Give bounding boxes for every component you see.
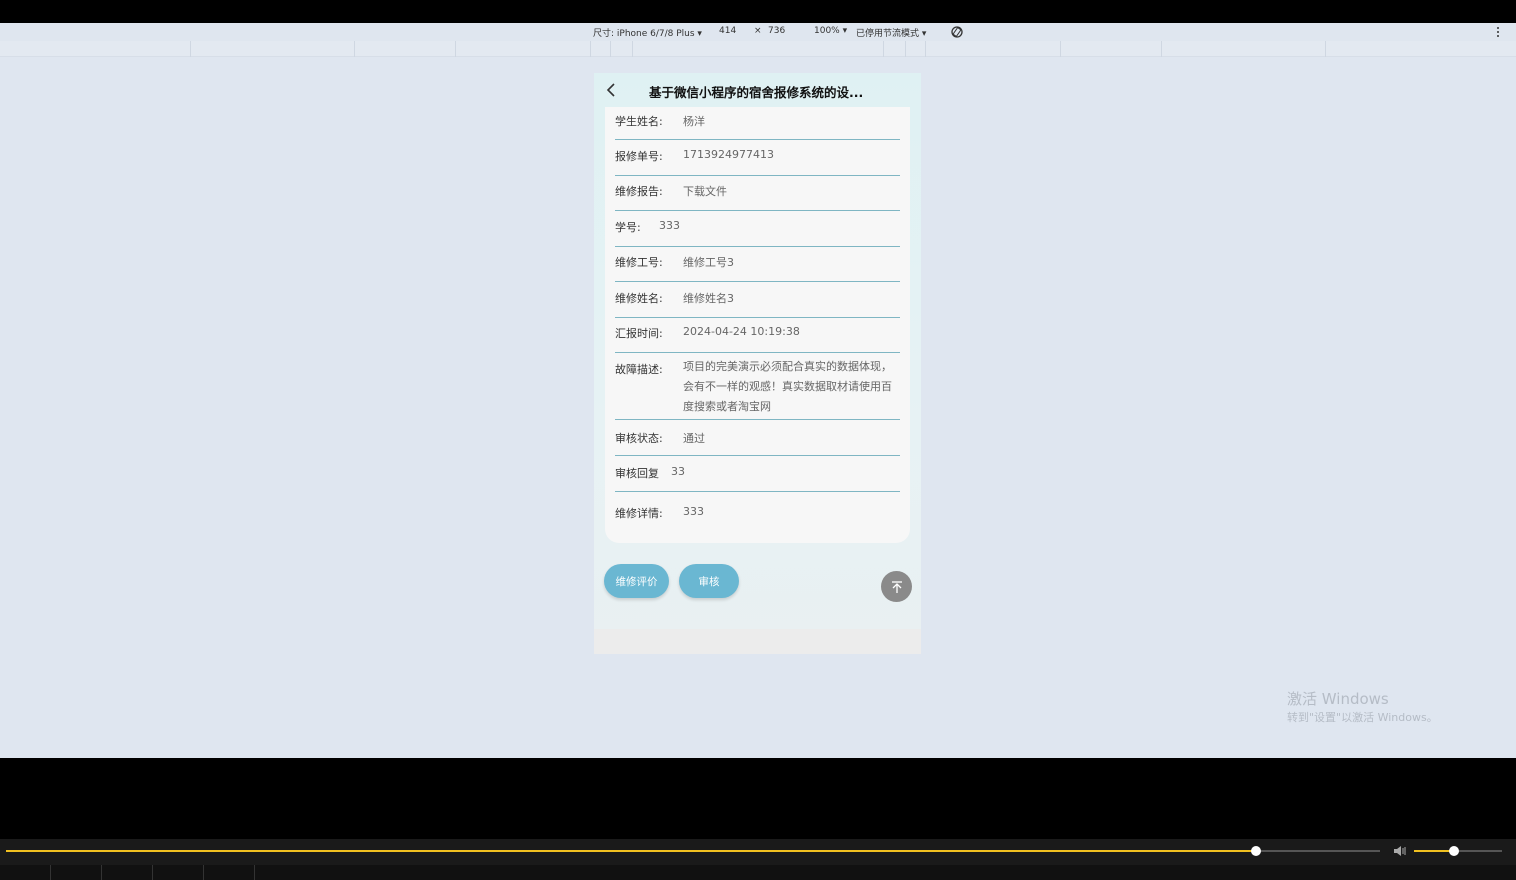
video-letterbox — [0, 758, 1516, 839]
field-label: 学生姓名: — [615, 115, 663, 128]
field-label: 汇报时间: — [615, 327, 663, 340]
field-value: 1713924977413 — [683, 148, 774, 161]
detail-row-worker-id: 维修工号: 维修工号3 — [615, 254, 900, 282]
progress-knob[interactable] — [1251, 846, 1262, 856]
detail-card: 学生姓名: 杨洋 报修单号: 1713924977413 维修报告: 下载文件 … — [605, 107, 910, 543]
back-arrow-icon[interactable] — [604, 82, 620, 98]
field-value: 杨洋 — [683, 115, 705, 128]
field-label: 维修工号: — [615, 256, 663, 269]
detail-row-repair-details: 维修详情: 333 — [615, 505, 900, 525]
video-player-controls — [0, 839, 1516, 865]
dimension-separator: × — [754, 26, 762, 36]
windows-activation-title: 激活 Windows — [1287, 690, 1389, 708]
detail-row-fault-description: 故障描述: 项目的完美演示必须配合真实的数据体现，会有不一样的观感！真实数据取材… — [615, 360, 900, 420]
device-width[interactable]: 414 — [719, 26, 736, 36]
volume-fill — [1414, 850, 1454, 852]
field-label: 故障描述: — [615, 363, 663, 376]
detail-row-repair-report: 维修报告: 下载文件 — [615, 183, 900, 211]
field-value: 333 — [683, 505, 704, 518]
review-button[interactable]: 审核 — [679, 564, 739, 598]
repair-evaluate-button[interactable]: 维修评价 — [604, 564, 669, 598]
taskbar — [0, 865, 1516, 880]
field-label: 学号: — [615, 221, 641, 234]
volume-track[interactable] — [1414, 846, 1502, 856]
field-value: 维修姓名3 — [683, 292, 734, 305]
field-value: 333 — [659, 219, 680, 232]
detail-row-worker-name: 维修姓名: 维修姓名3 — [615, 290, 900, 318]
devtools-toolbar: 尺寸: iPhone 6/7/8 Plus ▾ 414 × 736 100% ▾… — [0, 23, 1516, 41]
volume-knob[interactable] — [1448, 846, 1459, 856]
volume-icon[interactable] — [1392, 844, 1408, 858]
detail-row-review-status: 审核状态: 通过 — [615, 430, 900, 456]
progress-track[interactable] — [6, 846, 1380, 856]
media-query-ruler — [0, 41, 1516, 57]
phone-screen: 基于微信小程序的宿舍报修系统的设... 学生姓名: 杨洋 报修单号: 17139… — [594, 73, 921, 654]
field-value: 项目的完美演示必须配合真实的数据体现，会有不一样的观感！真实数据取材请使用百度搜… — [683, 360, 892, 413]
field-label: 维修详情: — [615, 507, 663, 520]
detail-row-report-time: 汇报时间: 2024-04-24 10:19:38 — [615, 325, 900, 353]
zoom-select[interactable]: 100% ▾ — [814, 26, 847, 36]
field-label: 审核回复 — [615, 467, 659, 480]
detail-row-order-no: 报修单号: 1713924977413 — [615, 148, 900, 176]
field-label: 维修报告: — [615, 185, 663, 198]
throttle-select[interactable]: 已停用节流模式 ▾ — [856, 26, 926, 39]
field-label: 维修姓名: — [615, 292, 663, 305]
page-title: 基于微信小程序的宿舍报修系统的设... — [649, 85, 864, 100]
nav-header: 基于微信小程序的宿舍报修系统的设... — [594, 73, 921, 107]
field-value: 33 — [671, 465, 685, 478]
windows-activation-subtitle: 转到"设置"以激活 Windows。 — [1287, 711, 1438, 724]
device-height[interactable]: 736 — [768, 26, 785, 36]
field-label: 审核状态: — [615, 432, 663, 445]
detail-row-review-reply: 审核回复 33 — [615, 465, 900, 492]
field-label: 报修单号: — [615, 150, 663, 163]
phone-bottom-bar — [594, 629, 921, 654]
field-value: 2024-04-24 10:19:38 — [683, 325, 800, 338]
back-to-top-button[interactable] — [881, 571, 912, 602]
detail-row-student-name: 学生姓名: 杨洋 — [615, 113, 900, 140]
field-value: 维修工号3 — [683, 256, 734, 269]
download-file-link[interactable]: 下载文件 — [683, 183, 727, 199]
top-black-bar — [0, 0, 1516, 23]
more-menu-icon[interactable] — [1495, 26, 1501, 38]
progress-fill — [6, 850, 1257, 852]
detail-row-student-id: 学号: 333 — [615, 219, 900, 247]
rotate-icon[interactable] — [950, 25, 964, 39]
device-select[interactable]: 尺寸: iPhone 6/7/8 Plus ▾ — [593, 26, 702, 39]
field-value: 通过 — [683, 432, 705, 445]
arrow-up-icon — [891, 580, 902, 593]
